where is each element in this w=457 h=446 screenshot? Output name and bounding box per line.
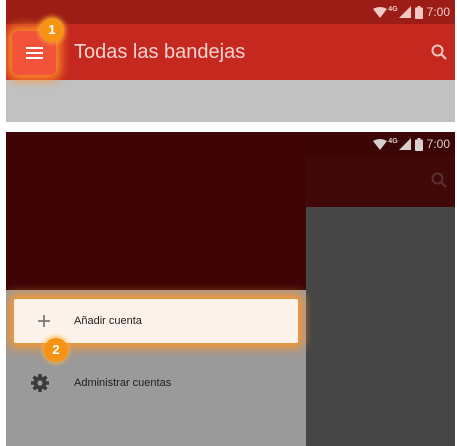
add-account-item[interactable]: Añadir cuenta [14, 299, 298, 343]
search-icon[interactable] [431, 44, 447, 65]
clock: 7:00 [426, 5, 450, 19]
network-type-label: 4G [388, 137, 398, 145]
clock: 7:00 [426, 137, 450, 151]
step-badge-2: 2 [44, 338, 68, 362]
signal-icon [398, 6, 411, 18]
manage-accounts-label: Administrar cuentas [74, 377, 172, 389]
status-icons: 4G 7:00 [373, 0, 450, 24]
step-badge-1: 1 [40, 18, 64, 42]
navigation-drawer: Añadir cuenta Administrar cuentas [6, 132, 306, 446]
plus-icon [14, 314, 74, 328]
hamburger-menu-icon [25, 47, 43, 59]
wifi-icon [373, 138, 388, 150]
network-type-label: 4G [388, 5, 398, 13]
status-icons: 4G 7:00 [373, 132, 450, 156]
drawer-screen: 4G 7:00 Añadir cuenta Administrar cuenta… [6, 132, 455, 446]
battery-icon [414, 5, 423, 19]
gear-icon [6, 374, 74, 392]
status-bar: 4G 7:00 [6, 0, 455, 24]
wifi-icon [373, 6, 388, 18]
battery-icon [414, 137, 423, 151]
manage-accounts-item[interactable]: Administrar cuentas [6, 359, 306, 407]
page-title: Todas las bandejas [74, 41, 246, 63]
add-account-label: Añadir cuenta [74, 315, 142, 327]
inbox-screen: 4G 7:00 Todas las bandejas [6, 0, 455, 122]
signal-icon [398, 138, 411, 150]
drawer-header [6, 132, 306, 290]
search-icon [431, 172, 447, 193]
